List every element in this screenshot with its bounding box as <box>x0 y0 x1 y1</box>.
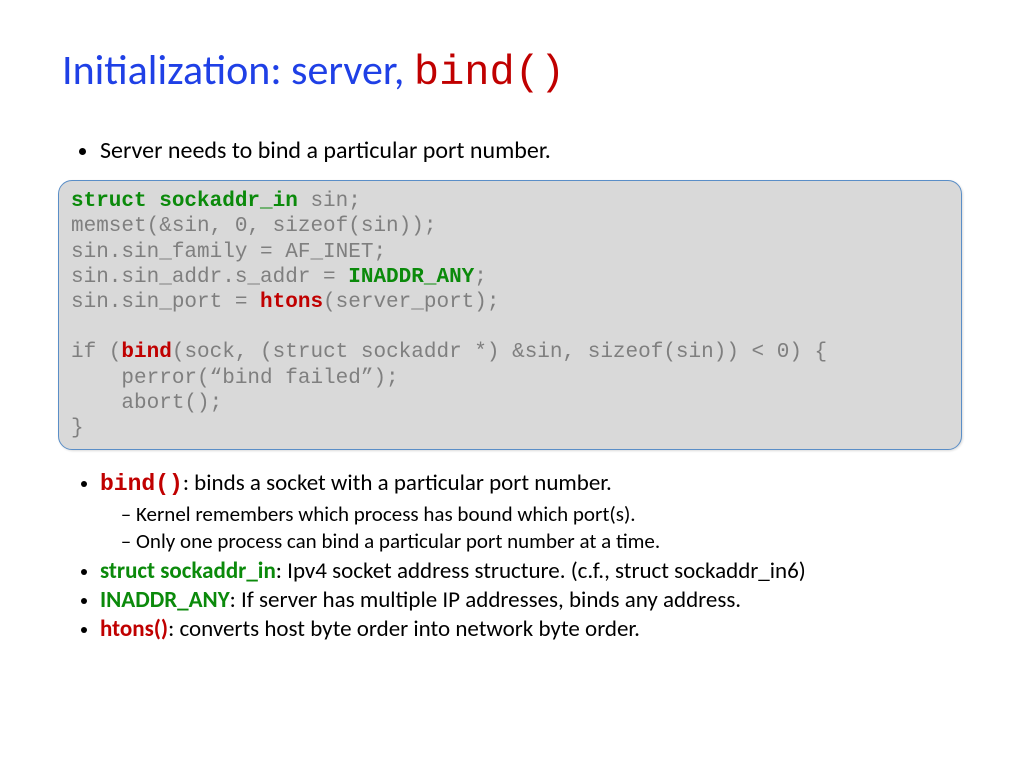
code-text: sin; <box>298 190 361 213</box>
note-htons: htons(): converts host byte order into n… <box>100 616 962 643</box>
slide-title: Initialization: server, bind() <box>62 48 962 96</box>
code-text: perror(“bind failed”); <box>71 367 399 390</box>
code-kw-inaddr: INADDR_ANY <box>348 266 474 289</box>
note-inaddr: INADDR_ANY: If server has multiple IP ad… <box>100 587 962 614</box>
note-bind-sub: Kernel remembers which process has bound… <box>100 502 962 554</box>
note-term-bind: bind() <box>100 471 183 497</box>
note-text: : If server has multiple IP addresses, b… <box>230 586 741 614</box>
code-text: (server_port); <box>323 291 499 314</box>
code-kw-htons: htons <box>260 291 323 314</box>
code-text: } <box>71 417 84 440</box>
code-text: (sock, (struct sockaddr *) &sin, sizeof(… <box>172 341 827 364</box>
note-term-struct: struct sockaddr_in <box>100 557 276 585</box>
note-struct: struct sockaddr_in: Ipv4 socket address … <box>100 558 962 585</box>
code-text: sin.sin_family = AF_INET; <box>71 241 386 264</box>
note-text: : Ipv4 socket address structure. (c.f., … <box>276 557 806 585</box>
code-text: if ( <box>71 341 121 364</box>
note-bind: bind(): binds a socket with a particular… <box>100 470 962 554</box>
note-text: : converts host byte order into network … <box>168 615 640 643</box>
note-term-inaddr: INADDR_ANY <box>100 586 230 614</box>
code-text: sin.sin_port = <box>71 291 260 314</box>
note-text: : binds a socket with a particular port … <box>183 469 612 497</box>
intro-bullets: Server needs to bind a particular port n… <box>62 136 962 166</box>
note-term-htons: htons() <box>100 615 168 643</box>
note-bind-sub1: Kernel remembers which process has bound… <box>136 502 962 527</box>
title-main: Initialization: server, <box>62 45 414 96</box>
notes-list: bind(): binds a socket with a particular… <box>62 470 962 643</box>
code-kw-struct: struct sockaddr_in <box>71 190 298 213</box>
code-text: memset(&sin, 0, sizeof(sin)); <box>71 215 436 238</box>
title-func: bind() <box>414 49 565 97</box>
code-text: ; <box>474 266 487 289</box>
note-bind-sub2: Only one process can bind a particular p… <box>136 529 962 554</box>
intro-bullet-1: Server needs to bind a particular port n… <box>100 136 962 166</box>
code-kw-bind: bind <box>121 341 171 364</box>
code-text: abort(); <box>71 392 222 415</box>
code-text: sin.sin_addr.s_addr = <box>71 266 348 289</box>
code-block: struct sockaddr_in sin; memset(&sin, 0, … <box>58 180 962 450</box>
